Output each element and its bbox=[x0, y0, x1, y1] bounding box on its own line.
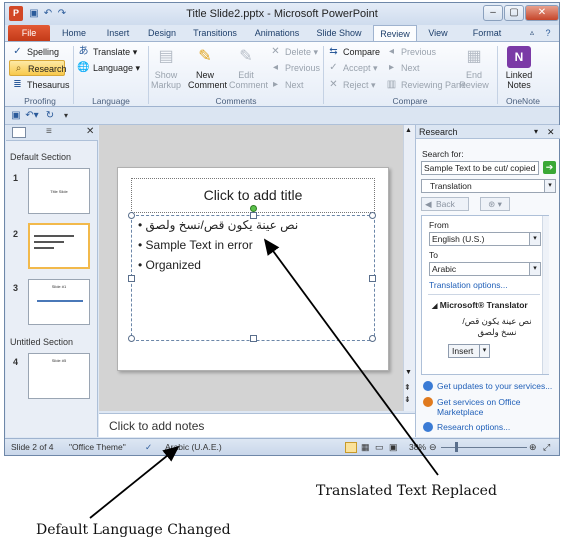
arrow-language bbox=[89, 445, 180, 519]
caption-translated: Translated Text Replaced bbox=[316, 483, 497, 499]
arrow-translated-text bbox=[263, 238, 439, 476]
caption-language: Default Language Changed bbox=[36, 522, 231, 538]
annotation-arrows bbox=[89, 238, 439, 519]
